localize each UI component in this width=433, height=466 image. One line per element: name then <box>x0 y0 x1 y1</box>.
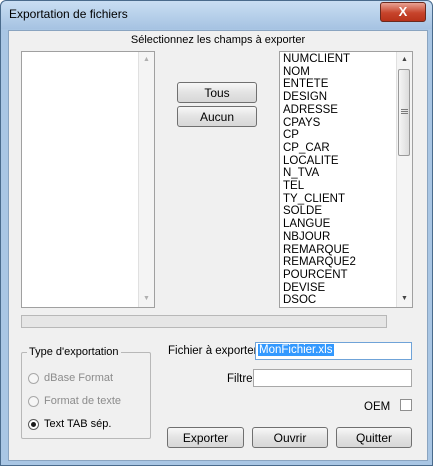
title-bar[interactable]: Exportation de fichiers X <box>1 1 432 29</box>
available-list-scrollbar[interactable]: ▲ ▼ <box>396 52 412 307</box>
oem-checkbox[interactable] <box>400 399 412 411</box>
filter-input[interactable] <box>253 369 412 387</box>
export-type-legend: Type d'exportation <box>27 346 121 358</box>
quit-button[interactable]: Quitter <box>336 427 412 448</box>
scroll-down-arrow-icon[interactable]: ▼ <box>397 291 412 307</box>
open-button[interactable]: Ouvrir <box>252 427 328 448</box>
export-type-group: Type d'exportation dBase Format Format d… <box>21 346 151 439</box>
selected-list-scrollbar[interactable]: ▲ ▼ <box>138 52 154 307</box>
list-item[interactable]: LOCALITE <box>283 155 339 168</box>
oem-label: OEM <box>364 401 391 413</box>
thumb-grip <box>401 113 408 114</box>
list-item[interactable]: POURCENT <box>283 269 348 282</box>
close-icon: X <box>398 4 408 19</box>
list-item[interactable]: TY_CLIENT <box>283 193 345 206</box>
export-progress-bar <box>21 315 387 328</box>
scroll-down-arrow-icon[interactable]: ▼ <box>139 291 154 307</box>
available-fields-list[interactable]: NUMCLIENT NOM ENTETE DESIGN ADRESSE CPAYS CP CP… <box>279 51 413 308</box>
radio-label: Format de texte <box>44 395 122 407</box>
list-item[interactable]: CPAYS <box>283 117 320 130</box>
thumb-grip <box>401 109 408 110</box>
dialog-body: Sélectionnez les champs à exporter ▲ ▼ T… <box>8 30 428 461</box>
list-item[interactable]: CP <box>283 129 299 142</box>
list-item[interactable]: NBJOUR <box>283 231 330 244</box>
select-none-button[interactable]: Aucun <box>177 106 257 127</box>
scroll-thumb[interactable] <box>398 69 410 156</box>
list-item[interactable]: REMARQUE2 <box>283 256 356 269</box>
export-dialog: Exportation de fichiers X Sélectionnez l… <box>0 0 433 466</box>
list-item[interactable]: ENTETE <box>283 78 328 91</box>
list-item[interactable]: DESIGN <box>283 91 327 104</box>
list-item[interactable]: NUMCLIENT <box>283 53 350 66</box>
file-input[interactable]: MonFichier.xls <box>255 342 412 360</box>
export-button[interactable]: Exporter <box>167 427 244 448</box>
list-item[interactable]: DSOC <box>283 294 316 307</box>
radio-button[interactable] <box>28 373 39 384</box>
list-item[interactable]: CP_CAR <box>283 142 330 155</box>
window-title: Exportation de fichiers <box>9 7 128 21</box>
selected-fields-list[interactable]: ▲ ▼ <box>21 51 155 308</box>
scroll-up-arrow-icon[interactable]: ▲ <box>139 52 154 68</box>
radio-button-checked[interactable] <box>28 419 39 430</box>
list-item[interactable]: TEL <box>283 180 304 193</box>
list-item[interactable]: N_TVA <box>283 167 319 180</box>
filter-label: Filtre: <box>227 373 256 385</box>
close-button[interactable]: X <box>380 2 426 22</box>
select-all-button[interactable]: Tous <box>177 82 257 103</box>
radio-label: dBase Format <box>44 372 114 384</box>
list-item[interactable]: LANGUE <box>283 218 330 231</box>
file-input-value: MonFichier.xls <box>258 344 334 356</box>
list-item[interactable]: REMARQUE <box>283 244 349 257</box>
file-label: Fichier à exporter: <box>168 345 261 357</box>
list-item[interactable]: NOM <box>283 66 310 79</box>
list-item[interactable]: SOLDE <box>283 205 322 218</box>
fields-heading: Sélectionnez les champs à exporter <box>130 34 306 46</box>
list-item[interactable]: ADRESSE <box>283 104 338 117</box>
radio-button[interactable] <box>28 396 39 407</box>
list-item[interactable]: DEVISE <box>283 282 325 295</box>
scroll-up-arrow-icon[interactable]: ▲ <box>397 52 412 68</box>
thumb-grip <box>401 111 408 112</box>
radio-label: Text TAB sép. <box>44 418 112 430</box>
